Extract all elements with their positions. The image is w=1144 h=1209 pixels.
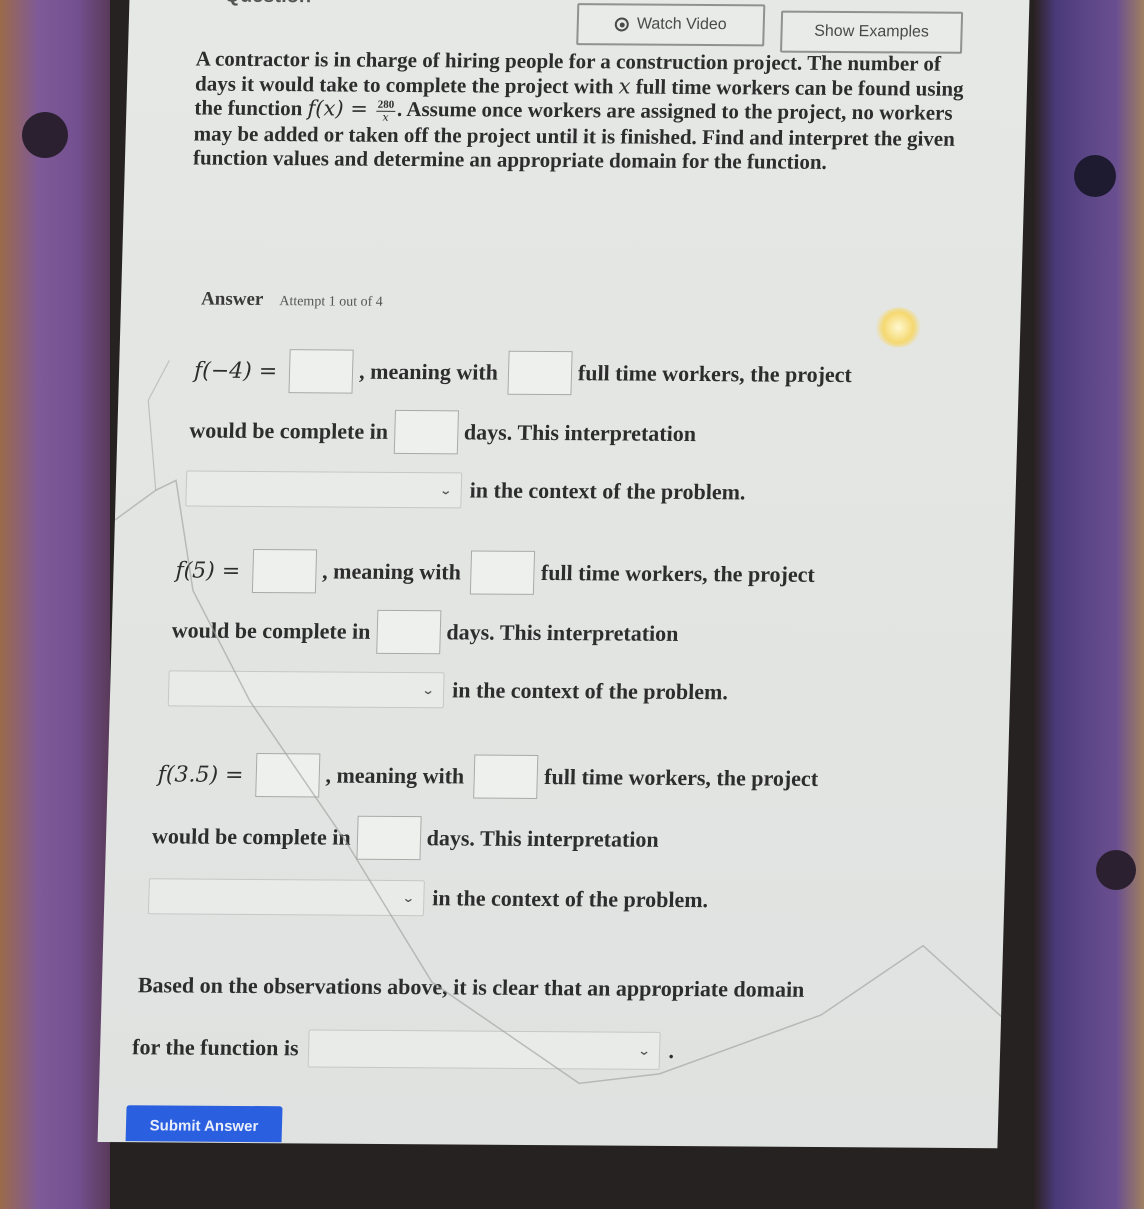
item-2-line-3: ⌄ in the context of the problem. — [167, 670, 729, 710]
domain-sentence-line-1: Based on the observations above, it is c… — [138, 972, 805, 1003]
phrase: days. This interpretation — [426, 825, 660, 852]
tablet-case-left — [0, 0, 110, 1209]
phrase: in the context of the problem. — [432, 885, 709, 913]
case-hole — [1096, 850, 1136, 890]
phrase: in the context of the problem. — [469, 477, 746, 505]
workers-input[interactable] — [507, 350, 573, 396]
item-2-line-2: would be complete in days. This interpre… — [171, 608, 679, 656]
attempt-counter: Attempt 1 out of 4 — [279, 294, 383, 310]
function-fraction: 280 x — [376, 98, 396, 124]
chevron-down-icon: ⌄ — [637, 1043, 652, 1058]
phrase: full time workers, the project — [543, 764, 819, 791]
light-glare — [874, 307, 922, 348]
tablet-case-right — [1034, 0, 1144, 1209]
days-input[interactable] — [375, 609, 442, 655]
submit-answer-button[interactable]: Submit Answer — [125, 1105, 283, 1143]
tablet-screen: Question Watch Video Show Examples A con… — [97, 0, 1030, 1149]
domain-text: for the function is — [131, 1034, 299, 1061]
item-3-line-2: would be complete in days. This interpre… — [151, 814, 659, 862]
phrase: , meaning with — [325, 762, 465, 789]
phrase: days. This interpretation — [446, 619, 679, 646]
interpretation-dropdown[interactable]: ⌄ — [185, 470, 463, 509]
item-1-line-1: f(−4) = , meaning with full time workers… — [193, 349, 852, 398]
fraction-denominator: x — [382, 110, 389, 124]
case-hole — [1074, 155, 1116, 197]
phrase: full time workers, the project — [577, 360, 853, 388]
phrase: , meaning with — [358, 358, 499, 385]
chevron-down-icon: ⌄ — [438, 483, 453, 498]
video-icon — [614, 17, 630, 32]
phrase: full time workers, the project — [540, 559, 816, 587]
watch-video-button[interactable]: Watch Video — [576, 3, 766, 47]
phrase: would be complete in — [171, 617, 371, 644]
workers-input[interactable] — [470, 550, 536, 595]
domain-sentence-line-2: for the function is ⌄ . — [132, 1028, 675, 1070]
interpretation-dropdown[interactable]: ⌄ — [167, 670, 445, 709]
workers-input[interactable] — [473, 754, 539, 799]
phrase: would be complete in — [151, 823, 352, 850]
show-examples-button[interactable]: Show Examples — [779, 10, 964, 54]
question-heading: Question — [224, 0, 311, 8]
period: . — [668, 1037, 675, 1063]
function-value-label: f(5) = — [175, 557, 241, 584]
phrase: , meaning with — [321, 558, 462, 585]
item-3-line-3: ⌄ in the context of the problem. — [147, 878, 709, 918]
answer-header: Answer Attempt 1 out of 4 — [201, 289, 383, 312]
phrase: would be complete in — [189, 417, 389, 444]
function-lhs: f(x) = — [307, 96, 375, 121]
item-3-line-1: f(3.5) = , meaning with full time worker… — [157, 752, 819, 801]
interpretation-dropdown[interactable]: ⌄ — [147, 878, 425, 917]
item-2-line-1: f(5) = , meaning with full time workers,… — [175, 548, 816, 596]
domain-dropdown[interactable]: ⌄ — [308, 1029, 662, 1070]
case-hole — [22, 112, 68, 158]
fvalue-input[interactable] — [251, 548, 317, 594]
domain-text: Based on the observations above, it is c… — [137, 972, 805, 1002]
days-input[interactable] — [393, 409, 459, 455]
problem-statement: A contractor is in charge of hiring peop… — [193, 46, 976, 175]
chevron-down-icon: ⌄ — [401, 891, 416, 906]
phrase: in the context of the problem. — [451, 677, 729, 705]
watch-video-label: Watch Video — [636, 15, 727, 34]
fvalue-input[interactable] — [254, 753, 321, 798]
fraction-numerator: 280 — [376, 98, 396, 112]
answer-label: Answer — [200, 288, 264, 310]
item-1-line-3: ⌄ in the context of the problem. — [185, 470, 746, 510]
phrase: days. This interpretation — [463, 419, 697, 447]
item-1-line-2: would be complete in days. This interpre… — [189, 408, 697, 456]
variable-x: x — [618, 73, 631, 99]
fvalue-input[interactable] — [288, 349, 354, 394]
function-value-label: f(3.5) = — [157, 761, 244, 788]
show-examples-label: Show Examples — [813, 22, 930, 41]
function-value-label: f(−4) = — [193, 358, 278, 384]
days-input[interactable] — [356, 815, 422, 861]
chevron-down-icon: ⌄ — [421, 683, 435, 698]
